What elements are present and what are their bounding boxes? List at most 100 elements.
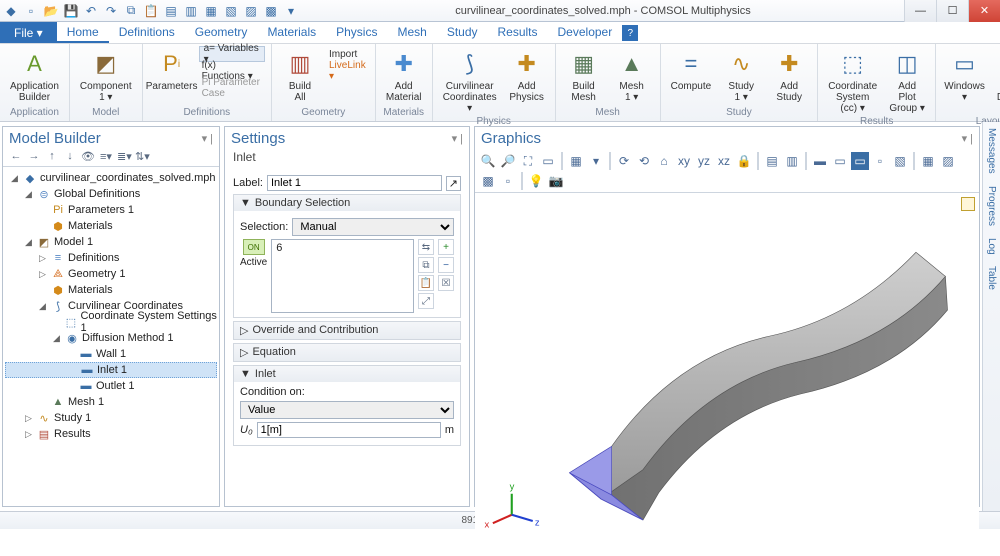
study1-button[interactable]: ∿Study 1 ▾ (719, 46, 763, 105)
label-input[interactable] (267, 175, 442, 191)
tree-inlet[interactable]: Inlet 1 (97, 364, 127, 376)
active-toggle[interactable]: ON (243, 239, 265, 255)
tab-results[interactable]: Results (488, 22, 548, 43)
tree-root[interactable]: curvilinear_coordinates_solved.mph (40, 172, 215, 184)
tab-table[interactable]: Table (986, 266, 997, 290)
tab-materials[interactable]: Materials (257, 22, 326, 43)
tab-mesh[interactable]: Mesh (387, 22, 436, 43)
zoom-in-icon[interactable]: 🔍 (479, 152, 497, 170)
show-icon[interactable]: 👁 (81, 150, 95, 163)
tab-physics[interactable]: Physics (326, 22, 387, 43)
sel-edge-icon[interactable]: ▭ (851, 152, 869, 170)
tree-gmat[interactable]: Materials (68, 220, 113, 232)
qa-icon5[interactable]: ▨ (243, 3, 259, 19)
tab-home[interactable]: Home (57, 22, 109, 43)
up-icon[interactable]: ↑ (45, 150, 59, 163)
sel-add-icon[interactable]: + (438, 239, 454, 255)
build-all-button[interactable]: ▥Build All (278, 46, 322, 105)
panel-menu-icon[interactable]: ▾ | (962, 132, 973, 145)
sel-dom-icon[interactable]: ▬ (811, 152, 829, 170)
coord-system-button[interactable]: ⬚Coordinate System (cc) ▾ (824, 46, 881, 116)
parameter-case-button[interactable]: Pi Parameter Case (199, 80, 265, 96)
axis-icon[interactable]: xy (675, 152, 693, 170)
tab-progress[interactable]: Progress (986, 186, 997, 226)
hide-icon[interactable]: ▨ (939, 152, 957, 170)
qa-icon4[interactable]: ▧ (223, 3, 239, 19)
tab-messages[interactable]: Messages (986, 128, 997, 174)
parameters-button[interactable]: PiParameters (149, 46, 195, 94)
tree-outlet[interactable]: Outlet 1 (96, 380, 135, 392)
tab-study[interactable]: Study (437, 22, 488, 43)
panel-menu-icon[interactable]: ▾ | (452, 132, 463, 145)
condition-select[interactable]: Value (240, 401, 454, 419)
redo-icon[interactable]: ↷ (103, 3, 119, 19)
minimize-button[interactable]: — (904, 0, 936, 22)
down-icon[interactable]: ↓ (63, 150, 77, 163)
qa-icon7[interactable]: ▾ (283, 3, 299, 19)
add-study-button[interactable]: ✚Add Study (767, 46, 811, 105)
clip2-icon[interactable]: ▥ (783, 152, 801, 170)
tree-gdef[interactable]: Global Definitions (54, 188, 140, 200)
view-menu-icon[interactable]: ▾ (587, 152, 605, 170)
tab-definitions[interactable]: Definitions (109, 22, 185, 43)
chevron-right-icon[interactable]: ▷ (240, 324, 248, 337)
qa-icon[interactable]: ▤ (163, 3, 179, 19)
view-all-icon[interactable]: ▦ (919, 152, 937, 170)
qa-icon3[interactable]: ▦ (203, 3, 219, 19)
add-plot-group-button[interactable]: ◫Add Plot Group ▾ (885, 46, 929, 116)
chevron-down-icon[interactable]: ▼ (240, 368, 251, 380)
component-button[interactable]: ◩Component 1 ▾ (76, 46, 136, 105)
camera-icon[interactable]: 📷 (547, 172, 565, 190)
sel-zoom-icon[interactable]: ⤢ (418, 293, 434, 309)
tree-results[interactable]: Results (54, 428, 91, 440)
model-tree[interactable]: ◢◆curvilinear_coordinates_solved.mph ◢⊜G… (3, 167, 219, 445)
help-icon[interactable]: ? (622, 25, 638, 41)
info-badge-icon[interactable] (961, 197, 975, 211)
tree-wall[interactable]: Wall 1 (96, 348, 126, 360)
tab-log[interactable]: Log (986, 238, 997, 255)
zoom-box-icon[interactable]: ▭ (539, 152, 557, 170)
maximize-button[interactable]: ☐ (936, 0, 968, 22)
sel-hide-icon[interactable]: ▧ (891, 152, 909, 170)
tree-params[interactable]: Parameters 1 (68, 204, 134, 216)
mesh1-button[interactable]: ▲Mesh 1 ▾ (610, 46, 654, 105)
wire-icon[interactable]: ▫ (499, 172, 517, 190)
sel-remove-icon[interactable]: − (438, 257, 454, 273)
compute-button[interactable]: =Compute (667, 46, 716, 94)
copy-icon[interactable]: ⧉ (123, 3, 139, 19)
new-icon[interactable]: ▫ (23, 3, 39, 19)
sel-switch-icon[interactable]: ⇆ (418, 239, 434, 255)
zoom-out-icon[interactable]: 🔎 (499, 152, 517, 170)
transp-icon[interactable]: ▩ (479, 172, 497, 190)
add-material-button[interactable]: ✚Add Material (382, 46, 426, 105)
sel-paste-icon[interactable]: 📋 (418, 275, 434, 291)
zoom-extents-icon[interactable]: ⛶ (519, 152, 537, 170)
expand-icon[interactable]: ≣▾ (117, 150, 131, 163)
back-icon[interactable]: ← (9, 150, 23, 163)
collapse-icon[interactable]: ≡▾ (99, 150, 113, 163)
rotate2-icon[interactable]: ⟲ (635, 152, 653, 170)
tree-mat[interactable]: Materials (68, 284, 113, 296)
tab-geometry[interactable]: Geometry (185, 22, 258, 43)
undo-icon[interactable]: ↶ (83, 3, 99, 19)
goto-source-icon[interactable]: ↗ (446, 176, 461, 191)
sel-clear-icon[interactable]: ☒ (438, 275, 454, 291)
fwd-icon[interactable]: → (27, 150, 41, 163)
tree-mesh[interactable]: Mesh 1 (68, 396, 104, 408)
reset-desktop-button[interactable]: ⟳Reset Desktop ▾ (991, 46, 1000, 116)
view-xy-icon[interactable]: ▦ (567, 152, 585, 170)
clip-icon[interactable]: ▤ (763, 152, 781, 170)
tree-defs[interactable]: Definitions (68, 252, 119, 264)
application-builder-button[interactable]: AApplication Builder (6, 46, 63, 105)
sel-pnt-icon[interactable]: ▫ (871, 152, 889, 170)
light-icon[interactable]: 💡 (527, 172, 545, 190)
qa-icon6[interactable]: ▩ (263, 3, 279, 19)
add-physics-button[interactable]: ✚Add Physics (505, 46, 549, 105)
tree-diff[interactable]: Diffusion Method 1 (82, 332, 174, 344)
chevron-down-icon[interactable]: ▼ (240, 197, 251, 209)
axis3-icon[interactable]: xz (715, 152, 733, 170)
chevron-right-icon[interactable]: ▷ (240, 346, 248, 359)
paste-icon[interactable]: 📋 (143, 3, 159, 19)
open-icon[interactable]: 📂 (43, 3, 59, 19)
sort-icon[interactable]: ⇅▾ (135, 150, 149, 163)
